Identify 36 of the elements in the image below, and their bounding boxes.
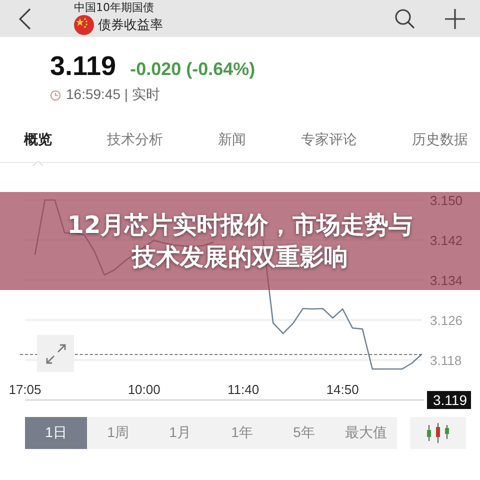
tab[interactable]: 新闻 (218, 130, 246, 148)
price-value: 3.119 (50, 51, 116, 82)
axis-label: 3.150 (430, 193, 463, 208)
search-icon[interactable] (394, 8, 416, 30)
tab[interactable]: 专家评论 (301, 130, 357, 148)
range-button[interactable]: 最大值 (335, 417, 397, 449)
bond-title: 中国10年期国债 (74, 2, 155, 14)
range-button[interactable]: 1周 (87, 417, 149, 449)
candlestick-button[interactable] (410, 417, 466, 449)
flag-icon (74, 15, 94, 35)
update-time: 16:59:45 | 实时 (66, 86, 160, 104)
bond-category: 债券收益率 (98, 17, 163, 34)
axis-label: 10:00 (128, 382, 160, 397)
tab[interactable]: 历史数据 (412, 130, 468, 148)
expand-button[interactable] (37, 335, 74, 372)
range-button[interactable]: 1日 (25, 417, 87, 449)
range-button[interactable]: 1月 (149, 417, 211, 449)
price-tag: 3.119 (427, 391, 471, 409)
add-icon[interactable] (444, 8, 466, 30)
axis-label: 3.118 (430, 353, 462, 368)
axis-label: 11:40 (228, 382, 260, 397)
axis-label: 3.134 (430, 273, 463, 288)
headline: 12月芯片实时报价，市场走势与技术发展的双重影响 (66, 210, 414, 273)
candlestick-icon (425, 422, 451, 444)
axis-label: 14:50 (326, 382, 359, 397)
range-button[interactable]: 1年 (211, 417, 273, 449)
clock-icon (50, 90, 61, 100)
expand-icon (44, 342, 68, 366)
axis-label: 3.142 (430, 233, 463, 248)
axis-label: 3.126 (430, 313, 463, 328)
tab[interactable]: 概览 (24, 130, 52, 148)
back-icon[interactable] (18, 8, 32, 30)
range-button[interactable]: 5年 (273, 417, 335, 449)
price-change: -0.020 (-0.64%) (130, 59, 256, 80)
tab[interactable]: 技术分析 (107, 130, 163, 148)
axis-label: 17:05 (8, 382, 42, 397)
